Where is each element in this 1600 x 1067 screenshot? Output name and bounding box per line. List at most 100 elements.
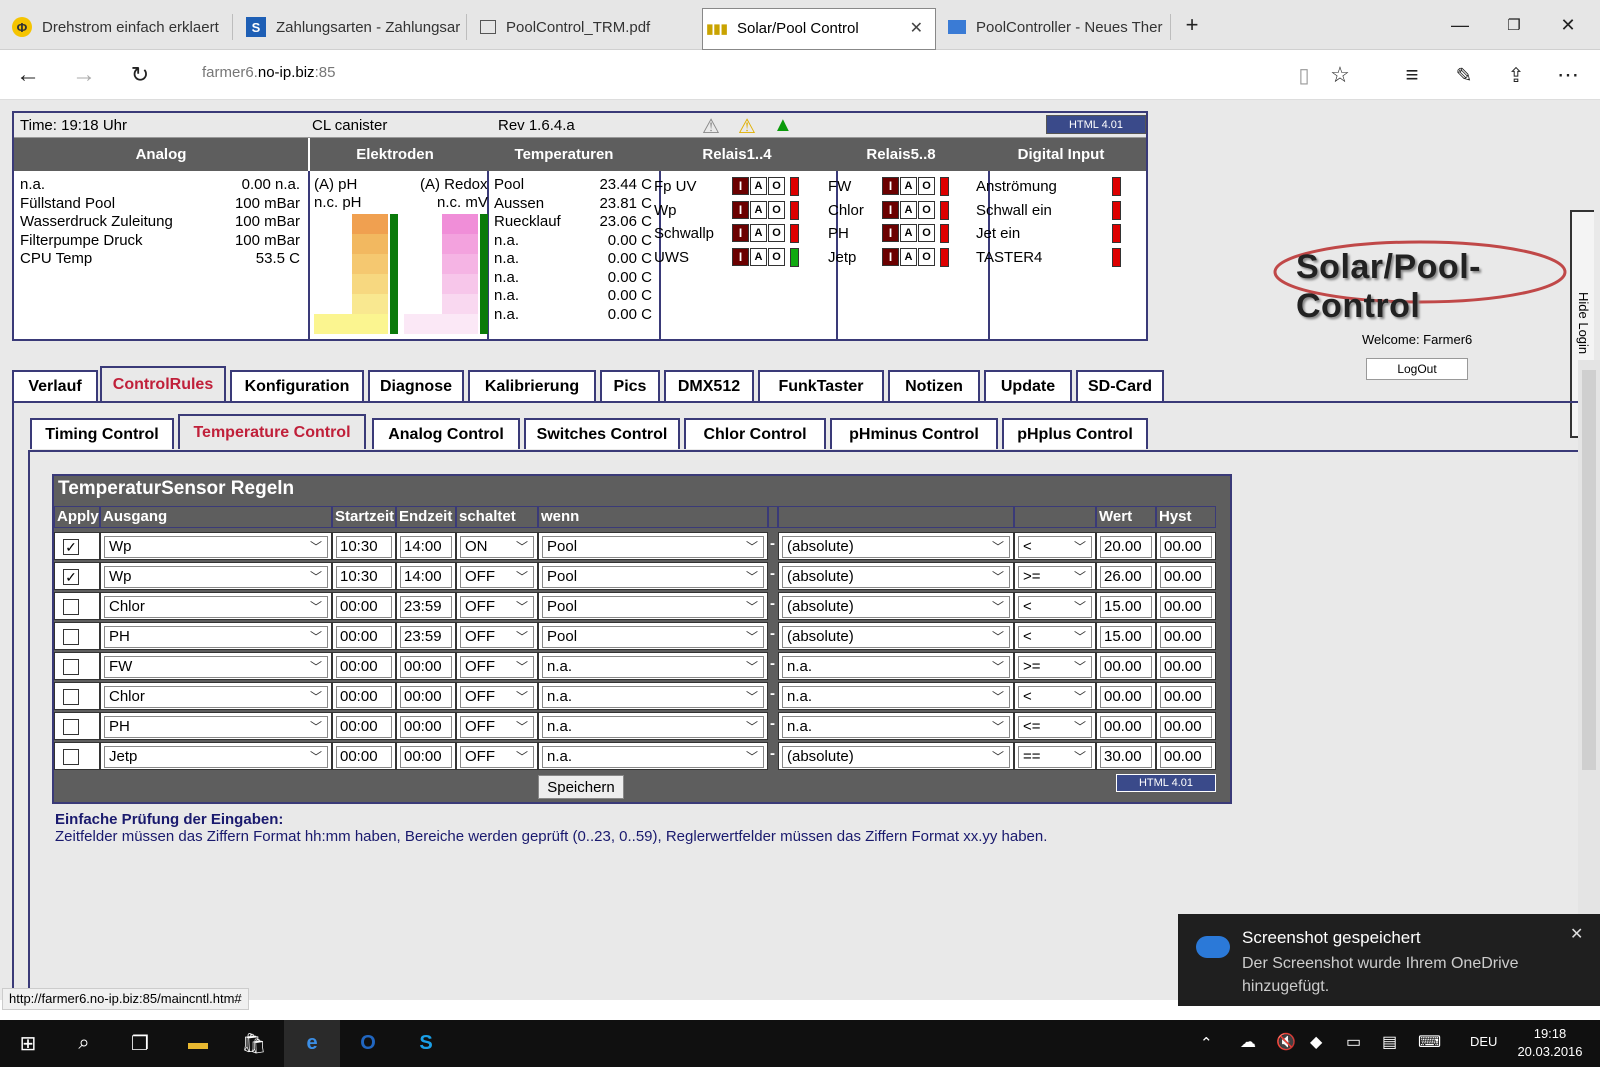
tab-update[interactable]: Update: [984, 370, 1072, 401]
value-input[interactable]: 15.00: [1100, 596, 1152, 618]
end-time-input[interactable]: 00:00: [400, 746, 452, 768]
switch-state-select[interactable]: OFF ﹀: [460, 656, 534, 678]
reading-view-icon[interactable]: ▯: [1286, 58, 1322, 92]
sensor-select[interactable]: n.a. ﹀: [542, 656, 764, 678]
sensor-select[interactable]: n.a. ﹀: [542, 746, 764, 768]
browser-tab-zahlungsarten[interactable]: S Zahlungsarten - Zahlungsar: [236, 8, 462, 46]
switch-state-select[interactable]: ON ﹀: [460, 536, 534, 558]
relay-button-i[interactable]: I: [732, 177, 749, 195]
hysteresis-input[interactable]: 00.00: [1160, 656, 1212, 678]
subtab-phminus-control[interactable]: pHminus Control: [830, 418, 998, 449]
hysteresis-input[interactable]: 00.00: [1160, 626, 1212, 648]
start-time-input[interactable]: 10:30: [336, 566, 392, 588]
subtab-switches-control[interactable]: Switches Control: [524, 418, 680, 449]
operator-select[interactable]: <= ﹀: [1018, 716, 1092, 738]
value-input[interactable]: 00.00: [1100, 716, 1152, 738]
switch-state-select[interactable]: OFF ﹀: [460, 686, 534, 708]
subtab-chlor-control[interactable]: Chlor Control: [684, 418, 826, 449]
tab-dmx512[interactable]: DMX512: [664, 370, 754, 401]
sensor-select[interactable]: Pool ﹀: [542, 536, 764, 558]
output-select[interactable]: Chlor ﹀: [104, 596, 328, 618]
browser-tab-pdf[interactable]: PoolControl_TRM.pdf: [470, 8, 700, 46]
switch-state-select[interactable]: OFF ﹀: [460, 746, 534, 768]
favorite-star-icon[interactable]: ☆: [1322, 58, 1358, 92]
relay-button-o[interactable]: O: [918, 247, 935, 266]
relay-button-o[interactable]: O: [768, 177, 785, 195]
new-tab-icon[interactable]: +: [1172, 10, 1212, 40]
file-explorer-icon[interactable]: ▬: [170, 1020, 226, 1067]
end-time-input[interactable]: 14:00: [400, 536, 452, 558]
start-time-input[interactable]: 00:00: [336, 746, 392, 768]
close-tab-icon[interactable]: ✕: [910, 19, 923, 39]
web-note-icon[interactable]: ✎: [1446, 58, 1482, 92]
output-select[interactable]: Wp ﹀: [104, 536, 328, 558]
relay-button-i[interactable]: I: [732, 200, 749, 219]
mode-select[interactable]: (absolute) ﹀: [782, 596, 1010, 618]
forward-icon[interactable]: →: [66, 58, 102, 92]
mode-select[interactable]: (absolute) ﹀: [782, 536, 1010, 558]
start-time-input[interactable]: 00:00: [336, 626, 392, 648]
search-icon[interactable]: ⌕: [56, 1020, 112, 1067]
end-time-input[interactable]: 00:00: [400, 686, 452, 708]
apply-checkbox[interactable]: [63, 599, 79, 615]
switch-state-select[interactable]: OFF ﹀: [460, 626, 534, 648]
start-time-input[interactable]: 00:00: [336, 716, 392, 738]
tab-controlrules[interactable]: ControlRules: [100, 366, 226, 401]
back-icon[interactable]: ←: [10, 58, 46, 92]
value-input[interactable]: 00.00: [1100, 686, 1152, 708]
relay-button-a[interactable]: A: [750, 247, 767, 266]
relay-button-a[interactable]: A: [900, 200, 917, 219]
hysteresis-input[interactable]: 00.00: [1160, 686, 1212, 708]
windows-start-icon[interactable]: ⊞: [0, 1020, 56, 1067]
apply-checkbox[interactable]: [63, 629, 79, 645]
relay-button-o[interactable]: O: [768, 224, 785, 242]
operator-select[interactable]: == ﹀: [1018, 746, 1092, 768]
end-time-input[interactable]: 00:00: [400, 716, 452, 738]
hysteresis-input[interactable]: 00.00: [1160, 716, 1212, 738]
minimize-icon[interactable]: —: [1440, 10, 1480, 40]
relay-button-i[interactable]: I: [882, 247, 899, 266]
apply-checkbox[interactable]: ✓: [63, 539, 79, 555]
browser-tab-drehstrom[interactable]: Φ Drehstrom einfach erklaert: [2, 8, 230, 46]
operator-select[interactable]: < ﹀: [1018, 596, 1092, 618]
output-select[interactable]: Chlor ﹀: [104, 686, 328, 708]
operator-select[interactable]: < ﹀: [1018, 536, 1092, 558]
start-time-input[interactable]: 10:30: [336, 536, 392, 558]
apply-checkbox[interactable]: [63, 719, 79, 735]
value-input[interactable]: 20.00: [1100, 536, 1152, 558]
more-icon[interactable]: ⋯: [1550, 58, 1586, 92]
hub-icon[interactable]: ≡: [1394, 58, 1430, 92]
apply-checkbox[interactable]: [63, 749, 79, 765]
dropbox-icon[interactable]: ◆: [1310, 1032, 1322, 1052]
output-select[interactable]: PH ﹀: [104, 626, 328, 648]
keyboard-icon[interactable]: ⌨: [1418, 1032, 1441, 1052]
outlook-icon[interactable]: O: [340, 1020, 396, 1067]
tab-diagnose[interactable]: Diagnose: [368, 370, 464, 401]
relay-button-i[interactable]: I: [882, 224, 899, 242]
end-time-input[interactable]: 00:00: [400, 656, 452, 678]
relay-button-a[interactable]: A: [750, 177, 767, 195]
switch-state-select[interactable]: OFF ﹀: [460, 716, 534, 738]
relay-button-i[interactable]: I: [732, 224, 749, 242]
switch-state-select[interactable]: OFF ﹀: [460, 566, 534, 588]
toast-notification[interactable]: Screenshot gespeichert Der Screenshot wu…: [1178, 914, 1600, 1006]
tab-sd-card[interactable]: SD-Card: [1076, 370, 1164, 401]
relay-button-a[interactable]: A: [750, 200, 767, 219]
edge-icon[interactable]: e: [284, 1020, 340, 1067]
output-select[interactable]: FW ﹀: [104, 656, 328, 678]
relay-button-a[interactable]: A: [900, 247, 917, 266]
start-time-input[interactable]: 00:00: [336, 596, 392, 618]
tab-kalibrierung[interactable]: Kalibrierung: [468, 370, 596, 401]
tab-pics[interactable]: Pics: [600, 370, 660, 401]
tray-chevron-icon[interactable]: ⌃: [1200, 1034, 1213, 1052]
output-select[interactable]: Wp ﹀: [104, 566, 328, 588]
subtab-timing-control[interactable]: Timing Control: [30, 418, 174, 449]
switch-state-select[interactable]: OFF ﹀: [460, 596, 534, 618]
skype-icon[interactable]: S: [398, 1020, 454, 1067]
apply-checkbox[interactable]: [63, 659, 79, 675]
html-validator-badge[interactable]: HTML 4.01: [1116, 774, 1216, 792]
battery-icon[interactable]: ▭: [1346, 1032, 1361, 1052]
apply-checkbox[interactable]: [63, 689, 79, 705]
end-time-input[interactable]: 23:59: [400, 626, 452, 648]
relay-button-a[interactable]: A: [900, 224, 917, 242]
